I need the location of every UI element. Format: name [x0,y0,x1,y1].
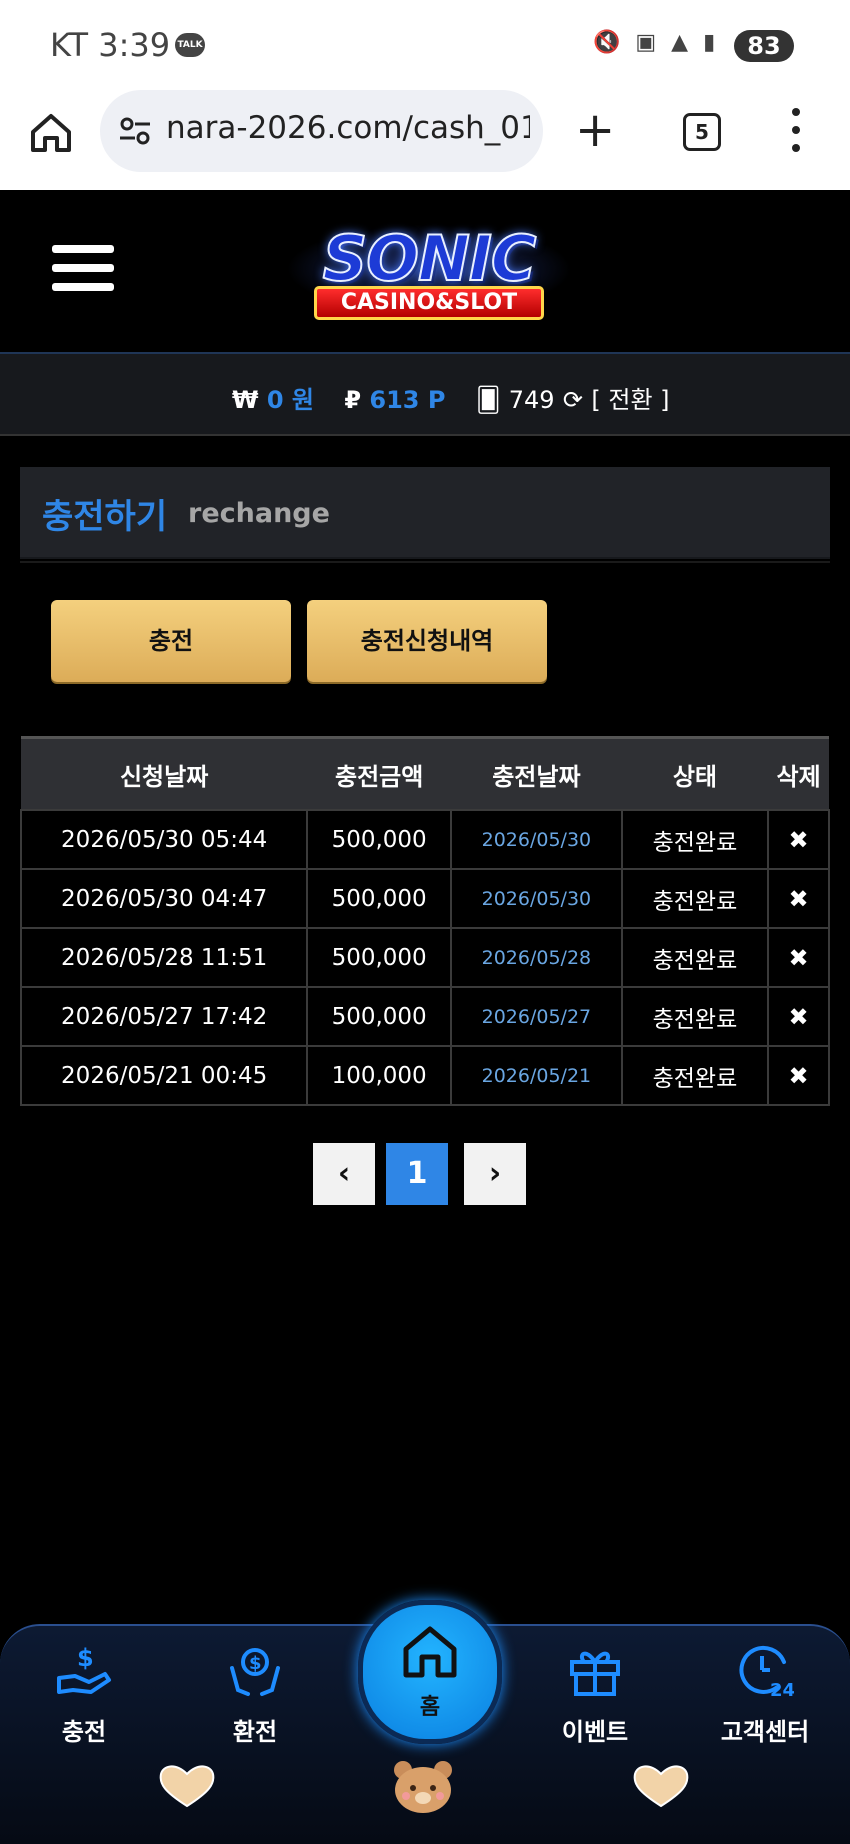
delete-icon[interactable]: ✖ [767,1045,830,1106]
charged-date: 2026/05/30 [450,809,623,870]
chip-icon: 🂠 [475,386,501,414]
nav-charge-label: 충전 [61,1718,107,1746]
charged-date: 2026/05/28 [450,927,623,988]
bear-icon [394,1761,452,1813]
charge-status: 충전완료 [620,1045,770,1106]
nav-event[interactable]: 이벤트 [535,1630,655,1747]
charge-history-table: 신청날짜 충전금액 충전날짜 상태 삭제 2026/05/30 05:44 50… [19,736,830,1106]
charged-date: 2026/05/30 [450,868,623,929]
home-icon [403,1626,457,1678]
header-delete: 삭제 [768,736,829,810]
carrier-time: KT 3:39 [50,26,171,64]
battery-indicator: 83 [734,30,794,62]
next-page-button[interactable]: › [464,1143,526,1205]
charged-date: 2026/05/21 [450,1045,623,1106]
nav-charge[interactable]: $ 충전 [24,1630,144,1747]
charge-status: 충전완료 [620,927,770,988]
charge-status: 충전완료 [620,809,770,870]
charge-amount: 500,000 [306,868,453,929]
nav-support-label: 고객센터 [720,1718,810,1746]
charge-icon: $ [57,1644,111,1694]
support-24h-icon: 24 [739,1645,794,1698]
charge-status: 충전완료 [620,868,770,929]
bottom-nav: $ 충전 $ 환전 홈 이벤트 24 고객센터 [0,1600,850,1844]
charge-amount: 500,000 [306,927,453,988]
charged-date: 2026/05/27 [450,986,623,1047]
nav-home[interactable]: 홈 [358,1600,502,1744]
page-subtitle: rechange [188,498,330,529]
nav-event-label: 이벤트 [561,1718,629,1746]
point-balance: ₽ 613 P [344,386,453,414]
requested-date: 2026/05/27 17:42 [19,986,309,1047]
header-amount: 충전금액 [307,736,452,810]
won-icon: ₩ [232,386,259,414]
svg-text:$: $ [77,1644,94,1672]
requested-date: 2026/05/30 04:47 [19,868,309,929]
heart-icon [159,1765,215,1808]
table-row: 2026/05/27 17:42 500,000 2026/05/27 충전완료… [19,986,830,1047]
requested-date: 2026/05/30 05:44 [19,809,309,870]
page-1-button[interactable]: 1 [386,1143,448,1205]
hamburger-menu-icon[interactable] [52,245,114,299]
point-icon: ₽ [344,386,362,414]
balance-bar: ₩ 0 원 ₽ 613 P 🂠 749 ⟳ [ 전환 ] [0,354,850,436]
page-title-bar: 충전하기 rechange [20,467,830,559]
page-title: 충전하기 [42,497,168,537]
new-tab-button[interactable]: + [575,100,615,160]
prev-page-button[interactable]: ‹ [313,1143,375,1205]
convert-button[interactable]: [ 전환 ] [591,386,669,414]
table-row: 2026/05/28 11:51 500,000 2026/05/28 충전완료… [19,927,830,988]
charge-button[interactable]: 충전 [51,600,291,682]
refresh-icon[interactable]: ⟳ [563,386,583,414]
chip-balance-value: 749 [508,386,555,414]
more-menu-icon[interactable] [790,108,802,152]
charge-amount: 500,000 [306,809,453,870]
browser-home-icon[interactable] [28,110,74,156]
svg-text:$: $ [249,1653,262,1674]
signal-icons: 🔇 ▣ ▲ ▮ [593,30,720,55]
delete-icon[interactable]: ✖ [767,809,830,870]
cash-balance: ₩ 0 원 [232,386,322,414]
svg-text:24: 24 [770,1680,794,1698]
table-row: 2026/05/21 00:45 100,000 2026/05/21 충전완료… [19,1045,830,1106]
delete-icon[interactable]: ✖ [767,986,830,1047]
header-status: 상태 [621,736,769,810]
exchange-icon: $ [230,1648,280,1696]
system-status-bar: KT 3:39 TALK 🔇 ▣ ▲ ▮ 83 [0,0,850,90]
logo-main-text: SONIC [322,221,538,296]
gift-icon [570,1651,620,1696]
header-requested-date: 신청날짜 [21,736,308,810]
charge-history-button[interactable]: 충전신청내역 [307,600,547,682]
site-logo[interactable]: SONIC CASINO&SLOT [276,214,582,326]
nav-home-label: 홈 [419,1695,441,1720]
browser-toolbar: nara-2026.com/cash_01 + 5 [0,90,850,190]
delete-icon[interactable]: ✖ [767,868,830,929]
site-settings-icon[interactable] [118,114,152,148]
delete-icon[interactable]: ✖ [767,927,830,988]
charge-amount: 100,000 [306,1045,453,1106]
cash-balance-value: 0 원 [266,386,314,414]
kakaotalk-notification-icon: TALK [175,33,205,57]
header-charged-date: 충전날짜 [451,736,622,810]
site-header: SONIC CASINO&SLOT [0,190,850,354]
divider [20,561,830,563]
nav-support[interactable]: 24 고객센터 [705,1630,825,1747]
tab-switcher-button[interactable]: 5 [683,113,721,151]
charge-amount: 500,000 [306,986,453,1047]
table-header-row: 신청날짜 충전금액 충전날짜 상태 삭제 [21,736,829,810]
address-bar[interactable]: nara-2026.com/cash_01 [100,90,543,172]
url-text[interactable]: nara-2026.com/cash_01 [166,110,530,146]
charge-status: 충전완료 [620,986,770,1047]
requested-date: 2026/05/28 11:51 [19,927,309,988]
table-row: 2026/05/30 04:47 500,000 2026/05/30 충전완료… [19,868,830,929]
table-row: 2026/05/30 05:44 500,000 2026/05/30 충전완료… [19,809,830,870]
nav-exchange-label: 환전 [232,1718,278,1746]
chip-balance: 🂠 749 ⟳ [ 전환 ] [476,386,670,414]
logo-sub-text: CASINO&SLOT [314,286,544,320]
heart-icon [633,1765,689,1808]
requested-date: 2026/05/21 00:45 [19,1045,309,1106]
point-balance-value: 613 P [369,386,446,414]
nav-exchange[interactable]: $ 환전 [195,1630,315,1747]
